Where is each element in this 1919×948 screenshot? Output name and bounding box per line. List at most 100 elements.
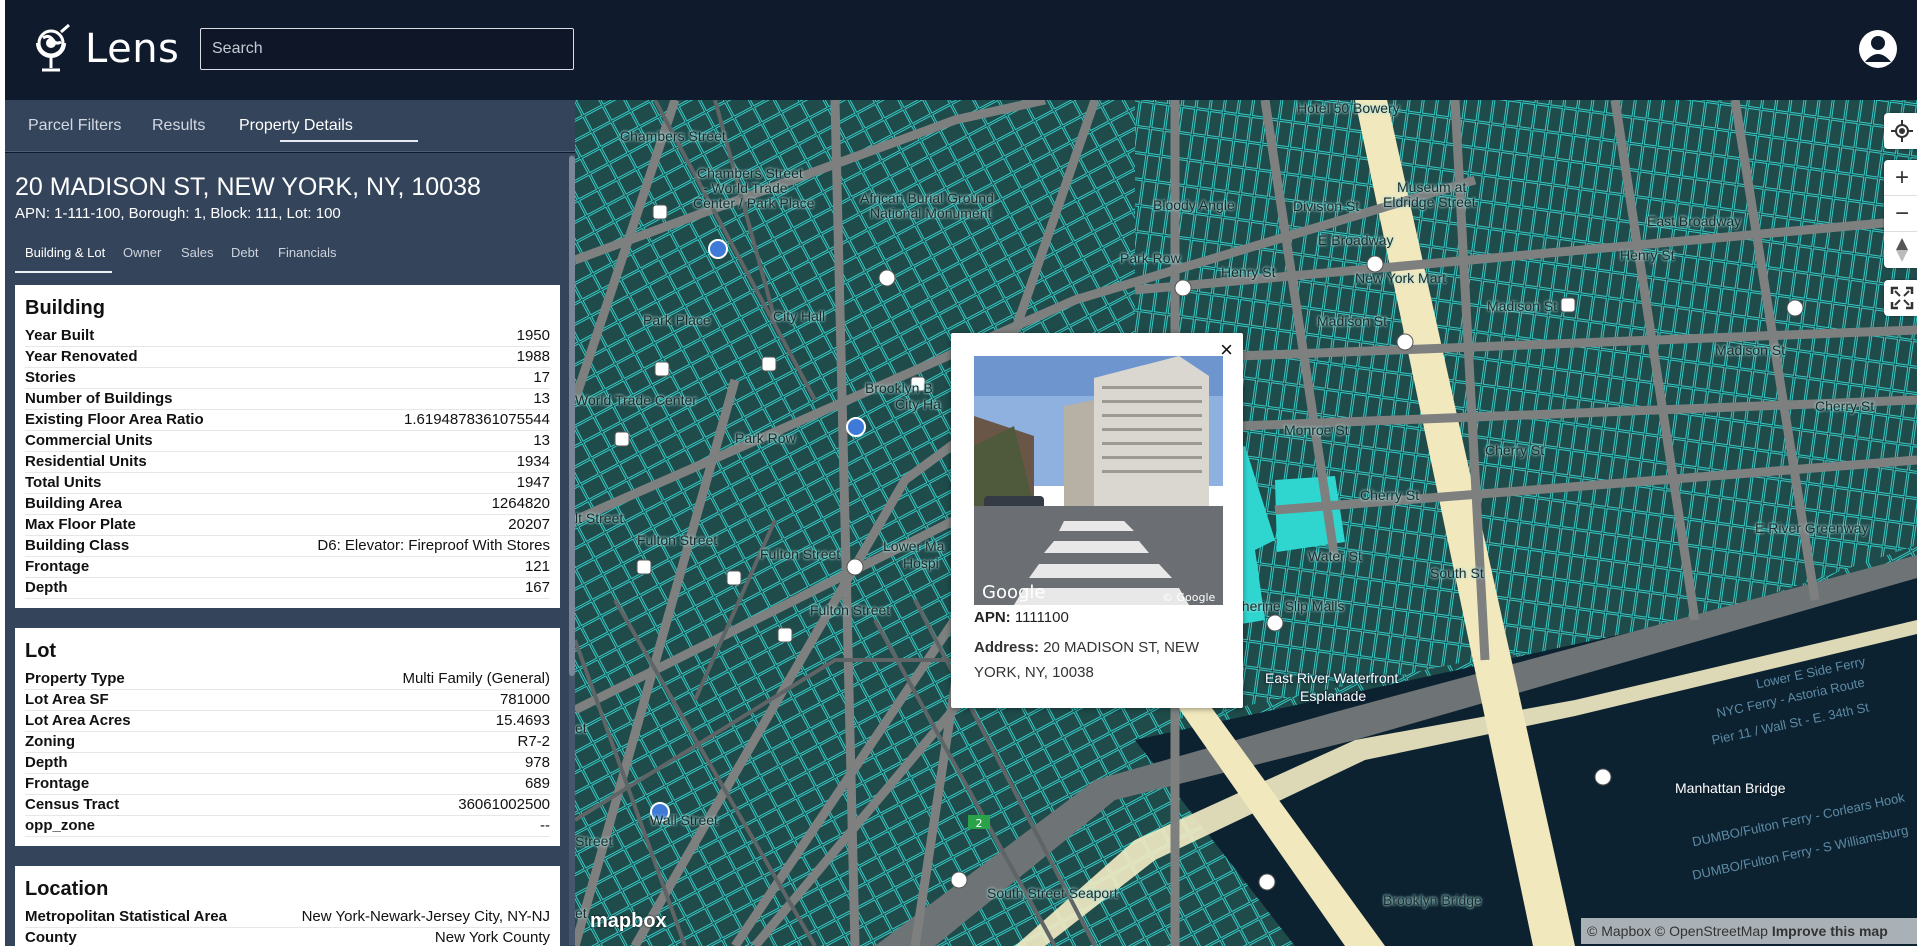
lot-row-value: 15.4693 — [495, 712, 550, 729]
subtab-sales[interactable]: Sales — [181, 245, 214, 260]
fullscreen-icon[interactable] — [1884, 280, 1917, 316]
lot-row-label: Census Tract — [25, 796, 120, 813]
lot-rows: Property Type Multi Family (General) Lot A… — [25, 669, 550, 837]
app-title: Lens — [85, 26, 180, 72]
map-label: Cherry St — [1485, 442, 1545, 458]
building-row-value: 1934 — [516, 453, 550, 470]
improve-map-link[interactable]: Improve this map — [1772, 923, 1888, 939]
svg-text:2: 2 — [976, 817, 983, 830]
popup-address-label: Address: — [974, 639, 1040, 656]
app-root: Lens Parcel Filters Results Property Det… — [5, 0, 1917, 946]
location-row: Metropolitan Statistical Area New York-Ne… — [25, 907, 550, 928]
active-tab-indicator — [280, 140, 418, 142]
subtab-debt[interactable]: Debt — [231, 245, 258, 260]
globe-magnifier-icon[interactable] — [31, 24, 77, 74]
lot-row: Property Type Multi Family (General) — [25, 669, 550, 690]
map-label: Fulton Street — [760, 546, 841, 562]
map-label: East River Waterfront — [1265, 670, 1399, 686]
lot-row-value: R7-2 — [517, 733, 550, 750]
lot-title: Lot — [25, 640, 57, 662]
building-row-value: 167 — [524, 579, 550, 596]
location-row-label: County — [25, 929, 77, 946]
map-label: Park Row — [735, 430, 796, 446]
lot-row-value: 781000 — [499, 691, 550, 708]
lot-row-label: Frontage — [25, 775, 90, 792]
building-row: Building Area 1264820 — [25, 494, 550, 515]
building-row-label: Residential Units — [25, 453, 147, 470]
map-view[interactable]: 2 + − Hotel 50 Bowery Chambers Street Ch… — [575, 100, 1917, 946]
building-row-label: Stories — [25, 369, 76, 386]
subtab-building-lot[interactable]: Building & Lot — [25, 245, 105, 260]
tab-results[interactable]: Results — [152, 117, 205, 135]
building-row-value: 1947 — [516, 474, 550, 491]
map-label: Eldridge Street — [1383, 194, 1476, 210]
map-label: Lower Ma — [883, 538, 945, 554]
locate-icon[interactable] — [1884, 113, 1917, 149]
building-row: Frontage 121 — [25, 557, 550, 578]
user-circle-icon[interactable] — [1858, 29, 1898, 69]
map-label: Wall Street — [650, 812, 718, 828]
parcel-popup: × Google © Google APN: 1111100 Address: … — [951, 333, 1243, 708]
building-row: Existing Floor Area Ratio 1.6194878361075… — [25, 410, 550, 431]
map-label: - World Trade — [703, 180, 788, 196]
map-label: Street — [575, 833, 613, 849]
map-label: Chambers Street — [697, 165, 803, 181]
top-bar: Lens — [5, 0, 1917, 100]
attribution-text[interactable]: © Mapbox © OpenStreetMap — [1587, 923, 1768, 939]
map-label: Division St — [1293, 198, 1360, 214]
building-row: Year Built 1950 — [25, 326, 550, 347]
lot-row-label: Lot Area Acres — [25, 712, 131, 729]
zoom-in-button[interactable]: + — [1884, 160, 1917, 196]
map-label: Hospi — [903, 555, 939, 571]
map-label: E River Greenway — [1755, 520, 1869, 536]
map-label: Manhattan Bridge — [1675, 780, 1786, 796]
geolocate-control — [1884, 113, 1917, 149]
compass-icon[interactable] — [1884, 232, 1917, 268]
tab-parcel-filters[interactable]: Parcel Filters — [28, 117, 121, 135]
subtab-financials[interactable]: Financials — [278, 245, 337, 260]
mapbox-logo[interactable]: mapbox — [590, 910, 667, 933]
map-label: New York Mart — [1355, 270, 1447, 286]
building-row-value: 1988 — [516, 348, 550, 365]
property-details-panel: 20 MADISON ST, NEW YORK, NY, 10038 APN: … — [5, 153, 575, 946]
location-card: Location Metropolitan Statistical Area Ne… — [15, 866, 560, 946]
fullscreen-control — [1884, 280, 1917, 316]
lot-row: Lot Area SF 781000 — [25, 690, 550, 711]
property-apn-line: APN: 1-111-100, Borough: 1, Block: 111, … — [15, 205, 341, 222]
street-view-image[interactable]: Google © Google — [974, 356, 1223, 605]
lot-row: Frontage 689 — [25, 774, 550, 795]
map-label: Brooklyn B — [865, 380, 933, 396]
map-label: Madison St — [1487, 298, 1558, 314]
location-row: County New York County — [25, 928, 550, 946]
building-title: Building — [25, 297, 105, 319]
lot-row-label: Lot Area SF — [25, 691, 109, 708]
lot-row: Zoning R7-2 — [25, 732, 550, 753]
map-label: Madison St — [1715, 342, 1786, 358]
building-row: Residential Units 1934 — [25, 452, 550, 473]
zoom-out-button[interactable]: − — [1884, 196, 1917, 232]
building-row-value: 20207 — [508, 516, 550, 533]
lot-row: Depth 978 — [25, 753, 550, 774]
building-row-label: Building Area — [25, 495, 122, 512]
lot-row-value: 689 — [524, 775, 550, 792]
map-label: Chambers Street — [620, 128, 726, 144]
subtab-owner[interactable]: Owner — [123, 245, 161, 260]
location-row-value: New York County — [434, 929, 550, 946]
lot-row: opp_zone -- — [25, 816, 550, 837]
building-row-value: 13 — [533, 390, 550, 407]
map-label: Park Row — [1120, 250, 1181, 266]
map-label: Fulton Street — [810, 602, 891, 618]
tab-property-details[interactable]: Property Details — [239, 117, 353, 135]
lot-row-value: 36061002500 — [458, 796, 550, 813]
building-row: Commercial Units 13 — [25, 431, 550, 452]
map-label: Henry St — [1620, 247, 1675, 263]
building-row-label: Number of Buildings — [25, 390, 173, 407]
google-credit: © Google — [1162, 591, 1216, 604]
search-input[interactable] — [200, 28, 574, 70]
popup-apn-label: APN: — [974, 609, 1011, 626]
map-label: Museum at — [1397, 179, 1467, 195]
map-label: Park Place — [643, 312, 711, 328]
map-label: Cherry St — [1815, 398, 1875, 414]
building-row-value: 121 — [524, 558, 550, 575]
lot-row-value: -- — [540, 817, 550, 834]
